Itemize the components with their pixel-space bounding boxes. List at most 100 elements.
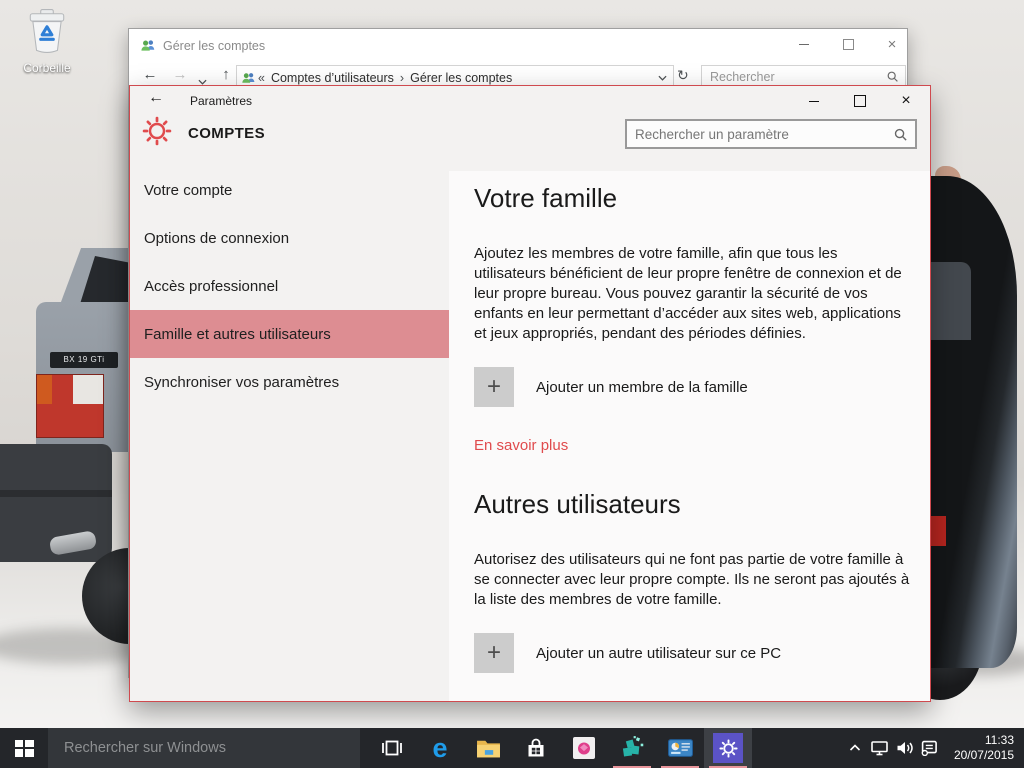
refresh-button[interactable]: ↻ (677, 67, 689, 84)
system-tray: 11:33 20/07/2015 (842, 728, 1024, 768)
sidebar-item-acces-professionnel[interactable]: Accès professionnel (130, 262, 449, 310)
settings-search-input[interactable] (627, 127, 893, 142)
add-other-user-button[interactable]: + Ajouter un autre utilisateur sur ce PC (474, 633, 781, 673)
chevron-up-icon (849, 744, 861, 752)
taillight-indicator-segment (37, 375, 52, 404)
breadcrumb-guillemet[interactable]: « (256, 71, 267, 85)
clock-time: 11:33 (942, 733, 1014, 748)
sidebar-item-label: Accès professionnel (144, 278, 278, 295)
wallpaper-open-door (931, 0, 1024, 728)
sidebar-item-famille-et-autres-utilisateurs[interactable]: Famille et autres utilisateurs (130, 310, 449, 358)
settings-app-icon (713, 733, 743, 763)
other-users-description: Autorisez des utilisateurs qui ne font p… (474, 550, 910, 610)
control-panel-icon (668, 739, 693, 757)
other-users-heading: Autres utilisateurs (474, 489, 681, 520)
taskbar-pink-app-button[interactable] (560, 728, 608, 768)
breadcrumb-separator: › (398, 71, 406, 85)
explorer-close-button[interactable]: × (875, 29, 909, 59)
page-title: COMPTES (188, 125, 265, 142)
plus-icon[interactable]: + (474, 633, 514, 673)
bumper-groove (0, 490, 112, 497)
settings-maximize-button[interactable] (843, 86, 877, 116)
settings-gear-icon (142, 116, 172, 151)
family-section-heading: Votre famille (474, 183, 617, 214)
settings-window-title: Paramètres (190, 94, 252, 108)
sidebar-item-label: Votre compte (144, 182, 232, 199)
settings-window: ← Paramètres × (129, 85, 931, 702)
taskbar-store-button[interactable] (512, 728, 560, 768)
recycle-bin-shortcut[interactable]: Corbeille (12, 8, 82, 75)
explorer-window-title: Gérer les comptes (163, 39, 265, 53)
network-icon (871, 741, 888, 756)
pink-gem-app-icon (573, 737, 595, 759)
sidebar-item-votre-compte[interactable]: Votre compte (130, 166, 449, 214)
sidebar-item-label: Synchroniser vos paramètres (144, 374, 339, 391)
door-glass (931, 262, 971, 340)
windows-logo-icon (15, 740, 34, 757)
settings-search-box[interactable] (625, 119, 917, 149)
breadcrumb-current[interactable]: Gérer les comptes (406, 71, 516, 85)
car-taillight (36, 374, 104, 438)
edge-icon: e (432, 735, 447, 762)
add-family-member-button[interactable]: + Ajouter un membre de la famille (474, 367, 748, 407)
plus-icon[interactable]: + (474, 367, 514, 407)
user-accounts-icon (140, 38, 156, 57)
door-red-accent (931, 516, 946, 546)
teal-cubes-app-icon (619, 735, 645, 761)
task-view-button[interactable] (368, 728, 416, 768)
taskbar-file-explorer-button[interactable] (464, 728, 512, 768)
family-section-description: Ajoutez les membres de votre famille, af… (474, 244, 910, 344)
add-other-user-label: Ajouter un autre utilisateur sur ce PC (536, 645, 781, 662)
taskbar-user-accounts-app-button[interactable] (608, 728, 656, 768)
back-button[interactable]: ← (139, 66, 161, 83)
search-icon (893, 127, 908, 142)
clock-date: 20/07/2015 (942, 748, 1014, 763)
speaker-icon (896, 741, 914, 755)
settings-back-button[interactable]: ← (144, 89, 168, 107)
learn-more-link[interactable]: En savoir plus (474, 437, 568, 454)
recycle-bin-icon (26, 41, 68, 58)
sidebar-item-label: Famille et autres utilisateurs (144, 326, 331, 343)
explorer-search-input[interactable] (702, 70, 886, 84)
settings-minimize-button[interactable] (797, 86, 831, 116)
taskbar-clock[interactable]: 11:33 20/07/2015 (942, 733, 1024, 763)
taskbar-control-panel-window-button[interactable] (656, 728, 704, 768)
store-icon (525, 737, 547, 759)
door-panel (931, 176, 1017, 668)
explorer-titlebar[interactable]: Gérer les comptes × (129, 29, 907, 63)
tray-action-center-button[interactable] (917, 728, 942, 768)
wallpaper-car-rear: BX 19 GTi (0, 0, 130, 728)
recycle-bin-label: Corbeille (12, 61, 82, 75)
forward-button[interactable]: → (169, 66, 191, 83)
file-explorer-icon (476, 738, 501, 758)
breadcrumb-location-icon (241, 71, 256, 84)
tray-chevron-up-button[interactable] (842, 728, 867, 768)
task-view-icon (380, 739, 404, 757)
address-dropdown-icon[interactable] (658, 75, 667, 81)
action-center-icon (921, 740, 938, 756)
breadcrumb-root[interactable]: Comptes d’utilisateurs (267, 71, 398, 85)
settings-content: Votre famille Ajoutez les membres de vot… (449, 171, 930, 701)
taskbar-settings-app-button[interactable] (704, 728, 752, 768)
taillight-reverse-segment (73, 375, 103, 404)
tray-network-button[interactable] (867, 728, 892, 768)
taskbar-search-input[interactable] (48, 739, 360, 757)
up-button[interactable]: ↑ (215, 66, 237, 83)
settings-titlebar[interactable]: ← Paramètres × (130, 86, 930, 116)
sidebar-item-synchroniser-vos-parametres[interactable]: Synchroniser vos paramètres (130, 358, 449, 406)
start-button[interactable] (0, 728, 48, 768)
sidebar-item-label: Options de connexion (144, 230, 289, 247)
taskbar: e (0, 728, 1024, 768)
taskbar-edge-button[interactable]: e (416, 728, 464, 768)
settings-close-button[interactable]: × (889, 86, 923, 116)
car-model-badge: BX 19 GTi (50, 352, 118, 368)
sidebar-item-options-de-connexion[interactable]: Options de connexion (130, 214, 449, 262)
settings-sidebar: Votre compte Options de connexion Accès … (130, 166, 449, 701)
explorer-maximize-button[interactable] (831, 29, 865, 59)
tray-volume-button[interactable] (892, 728, 917, 768)
explorer-minimize-button[interactable] (787, 29, 821, 59)
settings-header: COMPTES (130, 116, 930, 171)
search-icon (886, 70, 899, 83)
taskbar-search-box[interactable] (48, 728, 360, 768)
add-family-member-label: Ajouter un membre de la famille (536, 379, 748, 396)
